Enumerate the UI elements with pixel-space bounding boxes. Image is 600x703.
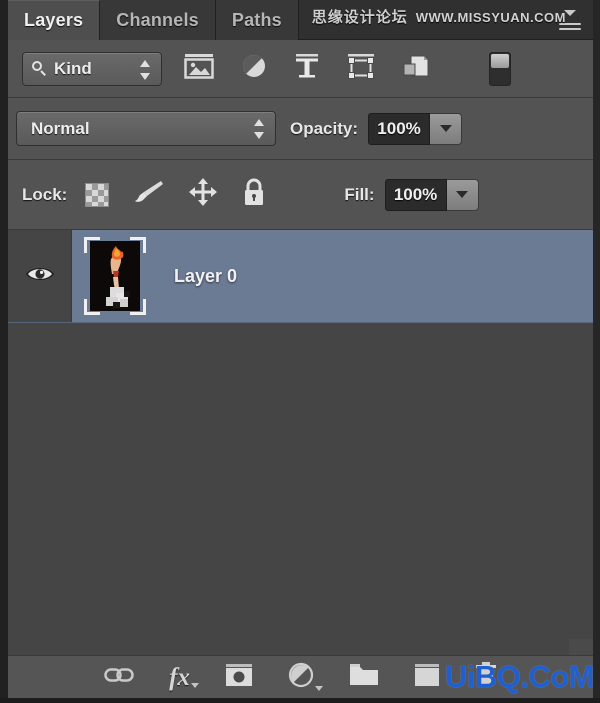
checkerboard-glyph: [85, 182, 110, 207]
panel-left-edge: [0, 0, 8, 703]
blend-mode-value: Normal: [31, 118, 90, 138]
new-adjustment-layer-icon[interactable]: [288, 662, 323, 693]
lock-transparent-pixels-icon[interactable]: [85, 182, 110, 207]
eye-icon[interactable]: [25, 264, 55, 289]
thumbnail-bracket-top-right: [130, 237, 146, 253]
filter-shape-layers-icon[interactable]: [347, 53, 375, 84]
hamburger-menu-icon[interactable]: [557, 10, 583, 30]
thumbnail-bracket-top-left: [84, 237, 100, 253]
stepper-up-arrow: [140, 59, 150, 67]
blend-stepper-up-arrow: [254, 119, 264, 126]
layers-panel: Layers Channels Paths Kind Normal Opacit…: [0, 0, 600, 703]
menu-caret-icon: [564, 10, 576, 16]
filter-kind-dropdown[interactable]: Kind: [22, 51, 162, 86]
opacity-dropdown-arrow[interactable]: [430, 112, 463, 145]
lock-image-pixels-brush-icon[interactable]: [134, 179, 164, 210]
tab-paths[interactable]: Paths: [215, 0, 299, 40]
lock-label: Lock:: [22, 184, 68, 204]
blend-mode-stepper-icon[interactable]: [254, 119, 265, 139]
lock-bar: Lock: Fill: 100%: [8, 160, 593, 230]
add-layer-mask-icon[interactable]: [225, 663, 253, 692]
panel-right-edge: [593, 0, 600, 703]
filter-smart-object-layers-icon[interactable]: [402, 53, 430, 84]
fill-input[interactable]: 100%: [384, 178, 447, 211]
chevron-down-icon: [190, 682, 199, 688]
blend-mode-dropdown[interactable]: Normal: [16, 111, 276, 146]
filter-pixel-layers-icon[interactable]: [184, 53, 214, 84]
lock-position-move-icon[interactable]: [189, 178, 218, 211]
blend-stepper-down-arrow: [254, 132, 264, 139]
menu-bar-2: [559, 28, 581, 30]
fill-dropdown-arrow[interactable]: [446, 178, 479, 211]
new-layer-icon[interactable]: [414, 663, 440, 692]
tab-channels[interactable]: Channels: [100, 0, 216, 40]
delete-layer-trash-icon[interactable]: [475, 662, 497, 692]
blend-opacity-bar: Normal Opacity: 100%: [8, 98, 593, 160]
opacity-control: 100%: [368, 112, 463, 145]
layer-name-label[interactable]: Layer 0: [174, 266, 237, 287]
magnifier-glass: [32, 61, 42, 71]
layer-thumbnail[interactable]: [84, 237, 146, 315]
tab-layers-label: Layers: [24, 10, 84, 30]
thumbnail-bracket-bottom-right: [130, 299, 146, 315]
filter-type-layers-icon[interactable]: [294, 53, 320, 84]
filter-enable-toggle[interactable]: [489, 52, 511, 86]
link-layers-icon[interactable]: [104, 665, 134, 690]
panel-resize-corner[interactable]: [569, 639, 593, 655]
thumbnail-bracket-bottom-left: [84, 299, 100, 315]
tab-list: Layers Channels Paths: [8, 0, 593, 40]
filter-type-icons: [184, 53, 430, 84]
fx-label: fx: [169, 663, 190, 691]
panel-bottom-edge: [0, 698, 600, 703]
magnifier-icon: [32, 61, 47, 76]
layer-style-fx-icon[interactable]: fx: [169, 663, 199, 691]
panel-tab-bar: Layers Channels Paths: [8, 0, 593, 40]
chevron-down-icon: [456, 191, 469, 198]
opacity-label: Opacity:: [290, 118, 359, 138]
tab-channels-label: Channels: [116, 9, 199, 30]
menu-bar-1: [559, 23, 581, 25]
magnifier-handle: [40, 70, 46, 76]
fill-control: 100%: [384, 178, 479, 211]
table-row[interactable]: Layer 0: [8, 230, 593, 323]
fill-label: Fill:: [344, 184, 375, 204]
chevron-down-icon: [439, 125, 452, 132]
lock-all-padlock-icon[interactable]: [242, 178, 266, 211]
layers-panel-toolbar: fx: [8, 655, 593, 698]
lock-options: [85, 178, 266, 211]
tab-paths-label: Paths: [231, 9, 282, 30]
layer-filter-bar: Kind: [8, 40, 593, 98]
opacity-input[interactable]: 100%: [368, 112, 431, 145]
tab-layers[interactable]: Layers: [8, 0, 101, 40]
layer-visibility-cell[interactable]: [8, 230, 72, 322]
chevron-down-icon: [314, 685, 323, 691]
stepper-down-arrow: [140, 72, 150, 80]
toggle-knob: [491, 54, 509, 68]
filter-adjustment-layers-icon[interactable]: [241, 53, 267, 84]
new-group-folder-icon[interactable]: [349, 663, 379, 691]
filter-kind-label: Kind: [54, 58, 92, 78]
up-down-stepper-icon[interactable]: [140, 59, 151, 80]
layer-list[interactable]: Layer 0: [8, 230, 593, 655]
